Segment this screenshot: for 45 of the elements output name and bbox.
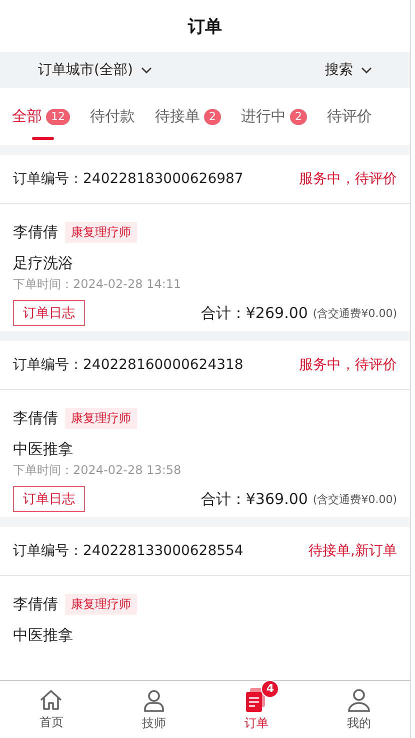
order-total: 合计：¥369.00 — [200, 490, 308, 508]
fee-note: (含交通费¥0.00) — [312, 492, 397, 506]
count-badge: 2 — [290, 108, 307, 124]
nav-tab[interactable]: 技师 — [102, 681, 205, 738]
nav-tab[interactable]: 首页 — [0, 681, 102, 738]
page-title: 订单 — [188, 16, 222, 38]
order-log-button[interactable]: 订单日志 — [13, 486, 85, 512]
filter-dropdown[interactable]: 搜索 — [325, 61, 372, 79]
technician-name: 李倩倩 — [13, 223, 58, 242]
order-time: 下单时间：2024-02-28 13:58 — [13, 462, 182, 479]
order-status: 服务中，待评价 — [299, 170, 397, 188]
role-tag: 康复理疗师 — [65, 222, 137, 243]
order-tab[interactable]: 进行中 2 — [241, 93, 307, 140]
count-badge: 4 — [261, 680, 280, 698]
order-number: 订单编号：240228160000624318 — [13, 356, 244, 374]
order-total: 合计：¥269.00 — [200, 304, 308, 322]
order-number: 订单编号：240228183000626987 — [13, 170, 244, 188]
chevron-down-icon — [361, 66, 372, 74]
order-number: 订单编号：240228133000628554 — [13, 542, 244, 560]
order-tab[interactable]: 待评价 — [327, 93, 372, 140]
technician-name: 李倩倩 — [13, 409, 58, 428]
chevron-down-icon — [140, 66, 152, 74]
technician-name: 李倩倩 — [13, 595, 58, 614]
role-tag: 康复理疗师 — [65, 594, 137, 615]
order-status: 服务中，待评价 — [299, 356, 397, 374]
filter-dropdown[interactable]: 订单城市(全部) — [38, 61, 152, 79]
order-status: 待接单,新订单 — [308, 542, 397, 560]
nav-tab[interactable]: 4 订单 — [205, 681, 308, 738]
nav-tab[interactable]: 我的 — [308, 681, 410, 738]
order-tab[interactable]: 待付款 — [90, 93, 135, 140]
order-log-button[interactable]: 订单日志 — [13, 300, 85, 326]
person-icon — [142, 688, 166, 712]
order-list-icon — [245, 688, 268, 712]
count-badge: 12 — [46, 108, 70, 124]
order-tab[interactable]: 待接单 2 — [155, 93, 221, 140]
user-icon — [346, 688, 371, 712]
service-name: 足疗洗浴 — [13, 254, 74, 273]
service-name: 中医推拿 — [13, 440, 74, 459]
fee-note: (含交通费¥0.00) — [312, 306, 397, 320]
service-name: 中医推拿 — [13, 626, 74, 645]
count-badge: 2 — [204, 108, 221, 124]
home-icon — [39, 688, 64, 710]
role-tag: 康复理疗师 — [65, 408, 137, 429]
order-tab[interactable]: 全部 12 — [12, 93, 70, 140]
order-time: 下单时间：2024-02-28 14:11 — [13, 276, 182, 293]
